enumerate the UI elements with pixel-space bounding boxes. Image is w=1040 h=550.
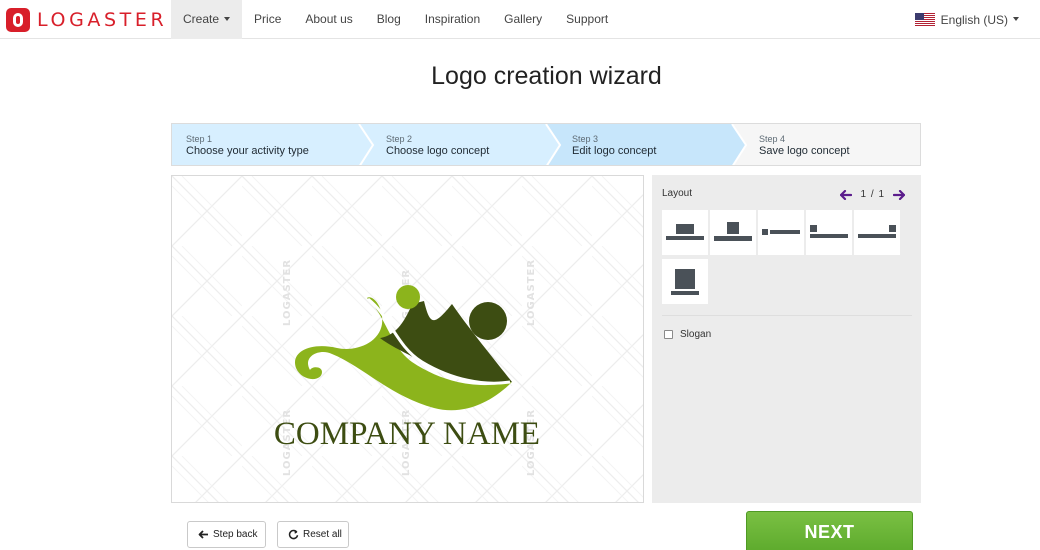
layout-pager: 1 / 1 [839, 189, 905, 200]
nav-item-gallery[interactable]: Gallery [492, 0, 554, 39]
wizard-steps: Step 1 Choose your activity type Step 2 … [171, 123, 921, 166]
slogan-toggle[interactable]: Slogan [664, 329, 711, 340]
reset-all-label: Reset all [303, 529, 342, 540]
us-flag-icon [914, 13, 935, 26]
nav-item-blog[interactable]: Blog [365, 0, 413, 39]
layout-option-6[interactable] [662, 259, 708, 304]
watermark-text: LOGASTER [526, 259, 537, 326]
nav-item-about-us[interactable]: About us [293, 0, 364, 39]
step-4-label: Save logo concept [759, 145, 850, 157]
company-name-text: COMPANY NAME [274, 416, 540, 452]
step-2-number: Step 2 [386, 134, 413, 144]
top-navigation-bar: LOGASTER Create Price About us Blog Insp… [0, 0, 1040, 39]
brand-name: LOGASTER [37, 8, 168, 31]
nav-item-inspiration[interactable]: Inspiration [413, 0, 492, 39]
logo-preview-canvas: LOGASTER LOGASTER LOGASTER LOGASTER LOGA… [171, 175, 644, 503]
settings-panel: Layout 1 / 1 Slogan [652, 175, 921, 503]
step-2[interactable]: Step 2 Choose logo concept [386, 124, 546, 165]
layout-title: Layout [662, 188, 693, 199]
arrow-right-icon[interactable] [893, 189, 905, 200]
step-3: Step 3 Edit logo concept [572, 124, 732, 165]
layout-option-3[interactable] [758, 210, 804, 255]
brand-mark-icon [6, 7, 30, 32]
language-label: English (US) [940, 12, 1008, 27]
step-back-button[interactable]: Step back [187, 521, 266, 548]
layout-option-1[interactable] [662, 210, 708, 255]
chevron-down-icon [224, 16, 231, 21]
next-button[interactable]: NEXT [746, 511, 913, 550]
step-1[interactable]: Step 1 Choose your activity type [186, 124, 356, 165]
slogan-checkbox[interactable] [664, 330, 673, 339]
nav-item-create[interactable]: Create [171, 0, 243, 39]
page-title: Logo creation wizard [431, 62, 662, 90]
step-back-label: Step back [213, 529, 258, 540]
chevron-down-icon [1013, 16, 1019, 21]
nav-item-create-label: Create [183, 12, 220, 26]
step-3-label: Edit logo concept [572, 145, 657, 157]
step-3-number: Step 3 [572, 134, 599, 144]
step-4-number: Step 4 [759, 134, 786, 144]
main-nav: Create Price About us Blog Inspiration G… [171, 0, 620, 39]
step-1-number: Step 1 [186, 134, 213, 144]
watermark-text: LOGASTER [282, 259, 293, 326]
layout-option-2[interactable] [710, 210, 756, 255]
slogan-label: Slogan [680, 329, 712, 340]
pager-text: 1 / 1 [860, 189, 885, 200]
step-1-label: Choose your activity type [186, 145, 309, 157]
arrow-left-icon[interactable] [839, 189, 852, 200]
panel-divider [662, 315, 912, 316]
step-4: Step 4 Save logo concept [759, 124, 919, 165]
nav-item-price[interactable]: Price [242, 0, 293, 39]
step-2-label: Choose logo concept [386, 145, 490, 157]
layout-option-5[interactable] [854, 210, 900, 255]
layout-option-4[interactable] [806, 210, 852, 255]
logo-preview-svg: LOGASTER LOGASTER LOGASTER LOGASTER LOGA… [172, 176, 643, 502]
nav-item-support[interactable]: Support [554, 0, 620, 39]
brand-logo[interactable]: LOGASTER [6, 7, 167, 32]
arrow-left-icon [198, 530, 208, 539]
reset-all-button[interactable]: Reset all [277, 521, 349, 548]
refresh-icon [288, 529, 299, 540]
language-selector[interactable]: English (US) [914, 0, 1019, 39]
